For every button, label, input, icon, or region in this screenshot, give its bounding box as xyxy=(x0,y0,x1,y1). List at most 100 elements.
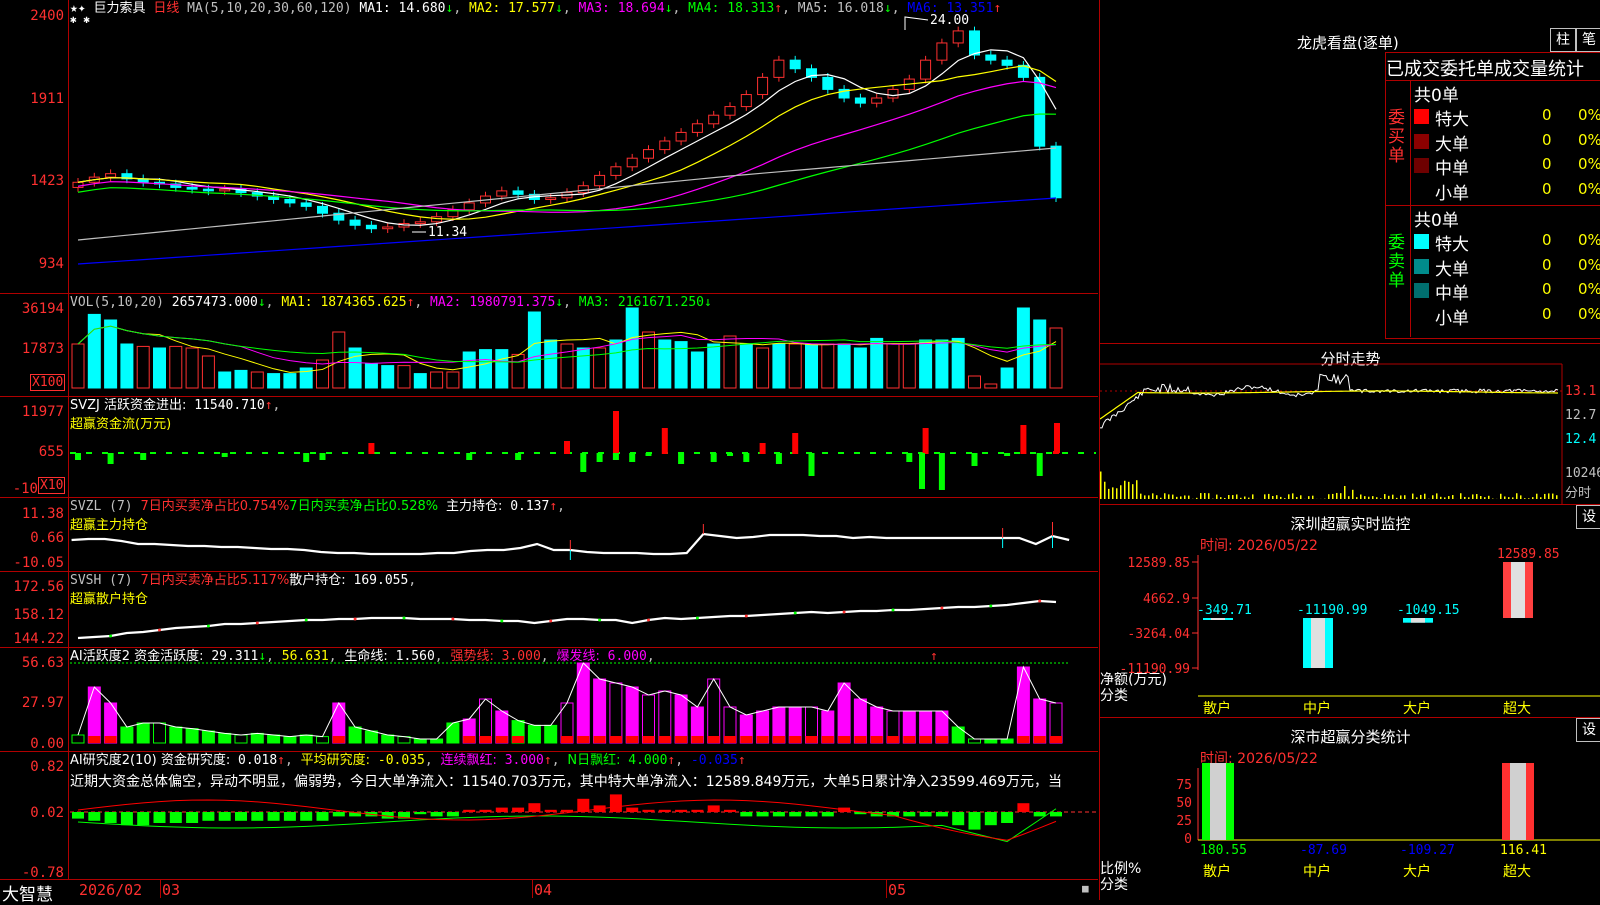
intraday-volume-bar xyxy=(1156,495,1158,499)
intraday-volume-bar xyxy=(1236,494,1238,499)
svzl-panel[interactable]: 11.38 0.66 -10.05 SVZL (7) 7日内买卖净占比0.754… xyxy=(0,498,1098,572)
research-bar xyxy=(251,812,263,821)
candle xyxy=(790,60,800,69)
category-label: 大户 xyxy=(1403,863,1431,880)
class-y-tick: 50 xyxy=(1176,796,1192,811)
volume-bar xyxy=(512,354,524,388)
candle xyxy=(970,31,980,55)
arrow-up-icon: ↑ xyxy=(265,398,273,413)
kline-panel[interactable]: 2400 1911 1423 934 24.0011.34 ★✦ 巨力索具 日线… xyxy=(0,0,1098,294)
intraday-volume-bar xyxy=(1172,495,1174,499)
money-flow-bar xyxy=(75,453,81,460)
stock-name[interactable]: 巨力索具 xyxy=(93,1,145,16)
activity-base xyxy=(936,736,948,743)
ai-research-panel[interactable]: 0.82 0.02 -0.78 AI研究度2(10) 资金研究度: 0.018↑… xyxy=(0,752,1098,880)
period-label[interactable]: 日线 xyxy=(153,1,179,16)
intraday-panel[interactable]: 分时走势 13.1 12.7 12.4 10246 分时 xyxy=(1099,344,1600,505)
volume-bar xyxy=(806,344,818,388)
intraday-volume-bar xyxy=(1540,497,1542,499)
research-bar xyxy=(1017,803,1029,812)
kline-chart[interactable]: 24.0011.34 xyxy=(0,0,1098,293)
intraday-volume-bar xyxy=(1536,494,1538,499)
volume-bar xyxy=(202,356,214,388)
lock-icon[interactable]: ■ xyxy=(1082,882,1089,895)
activity-bar xyxy=(545,725,557,743)
volume-bar xyxy=(610,340,622,388)
sell-section: 委卖单 共0单 特大00%大单00%中单00%小单00% xyxy=(1386,205,1600,337)
money-flow-bar xyxy=(792,433,798,454)
intraday-volume-bar xyxy=(1196,498,1198,499)
intraday-volume-bar xyxy=(1340,493,1342,499)
category-label: 中户 xyxy=(1303,700,1331,717)
volume-bar xyxy=(414,374,426,388)
intraday-volume-bar xyxy=(1232,495,1234,499)
class-y-tick: 25 xyxy=(1176,814,1192,829)
activity-base xyxy=(512,736,524,743)
money-flow-bar xyxy=(919,453,925,489)
volume-bar xyxy=(822,344,834,388)
intraday-volume-bar xyxy=(1144,495,1146,499)
bar-mode-button[interactable]: 柱 xyxy=(1550,28,1576,52)
candle xyxy=(366,225,376,228)
x-tick-separator xyxy=(886,880,887,898)
activity-bar xyxy=(72,735,84,743)
order-type: 小单 xyxy=(1435,304,1469,329)
candle xyxy=(546,198,556,200)
activity-bar xyxy=(251,733,263,743)
volume-bar xyxy=(626,308,638,388)
arrow-down-icon: ↓ xyxy=(258,295,266,310)
sell-side-label: 委卖单 xyxy=(1388,234,1408,291)
intraday-volume-bar xyxy=(1364,496,1366,499)
activity-bar xyxy=(1017,667,1029,743)
money-flow-bar xyxy=(222,453,228,457)
ai-research-title: AI研究度2(10) 资金研究度: xyxy=(70,753,230,768)
money-flow-bar xyxy=(303,453,309,462)
svzj-panel[interactable]: 11977 655 -10 X10 SVZJ 活跃资金进出: 11540.710… xyxy=(0,397,1098,498)
color-swatch xyxy=(1414,308,1429,323)
svsh-header: SVSH (7) 7日内买卖净占比5.117%散户持仓: 169.055, xyxy=(70,573,416,588)
intraday-chart[interactable] xyxy=(1100,344,1600,504)
intraday-vol-tick: 10246 xyxy=(1565,466,1600,481)
activity-base xyxy=(643,736,655,743)
volume-bar xyxy=(985,384,997,388)
activity-bar xyxy=(414,739,426,743)
ma-label: MA2: xyxy=(461,1,508,16)
ma6-line xyxy=(78,198,1056,264)
activity-bar xyxy=(626,687,638,743)
intraday-volume-bar xyxy=(1368,497,1370,499)
net-amount-bar-highlight xyxy=(1411,618,1425,623)
activity-bar xyxy=(88,687,100,743)
intraday-volume-bar xyxy=(1264,494,1266,499)
volume-bar xyxy=(186,348,198,388)
arrow-down-icon: ↓ xyxy=(555,295,563,310)
money-flow-bar xyxy=(760,443,766,454)
vol-panel[interactable]: 36194 17873 X100 VOL(5,10,20) 2657473.00… xyxy=(0,294,1098,397)
activity-bar xyxy=(594,679,606,743)
intraday-volume-bar xyxy=(1300,495,1302,499)
ai-research-t3: 连续飘红: xyxy=(441,753,497,768)
volume-bar xyxy=(1050,328,1062,388)
svsh-panel[interactable]: 172.56 158.12 144.22 SVSH (7) 7日内买卖净占比5.… xyxy=(0,572,1098,648)
candle xyxy=(741,95,751,107)
intraday-volume-bar xyxy=(1360,495,1362,499)
svzl-text-2: 7日内买卖净占比0.528% xyxy=(289,499,438,514)
arrow-down-icon: ↓ xyxy=(704,295,712,310)
order-pct: 0% xyxy=(1578,256,1600,274)
class-stats-xlabel: 分类 xyxy=(1100,874,1128,894)
star-icon: ✱ ✱ xyxy=(70,13,90,26)
retail-dot xyxy=(696,617,699,620)
research-bar xyxy=(691,810,703,812)
money-flow-bar xyxy=(597,453,603,462)
volume-bar xyxy=(88,314,100,388)
intraday-vol-unit: 分时 xyxy=(1565,482,1591,501)
intraday-volume-bar xyxy=(1432,495,1434,499)
tick-mode-button[interactable]: 笔 xyxy=(1576,28,1600,52)
activity-bar xyxy=(121,727,133,743)
svzj-header: SVZJ 活跃资金进出: 11540.710↑, xyxy=(70,398,280,413)
intraday-volume-bar xyxy=(1116,488,1118,499)
category-label: 散户 xyxy=(1203,863,1231,880)
class-y-tick: 0 xyxy=(1184,832,1192,847)
ma-params: MA(5,10,20,30,60,120) xyxy=(187,1,351,16)
ai-active-panel[interactable]: 56.63 27.97 0.00 ↑ AI活跃度2 资金活跃度: 29.311↓… xyxy=(0,648,1098,752)
ma-label: MA3: xyxy=(571,295,618,310)
